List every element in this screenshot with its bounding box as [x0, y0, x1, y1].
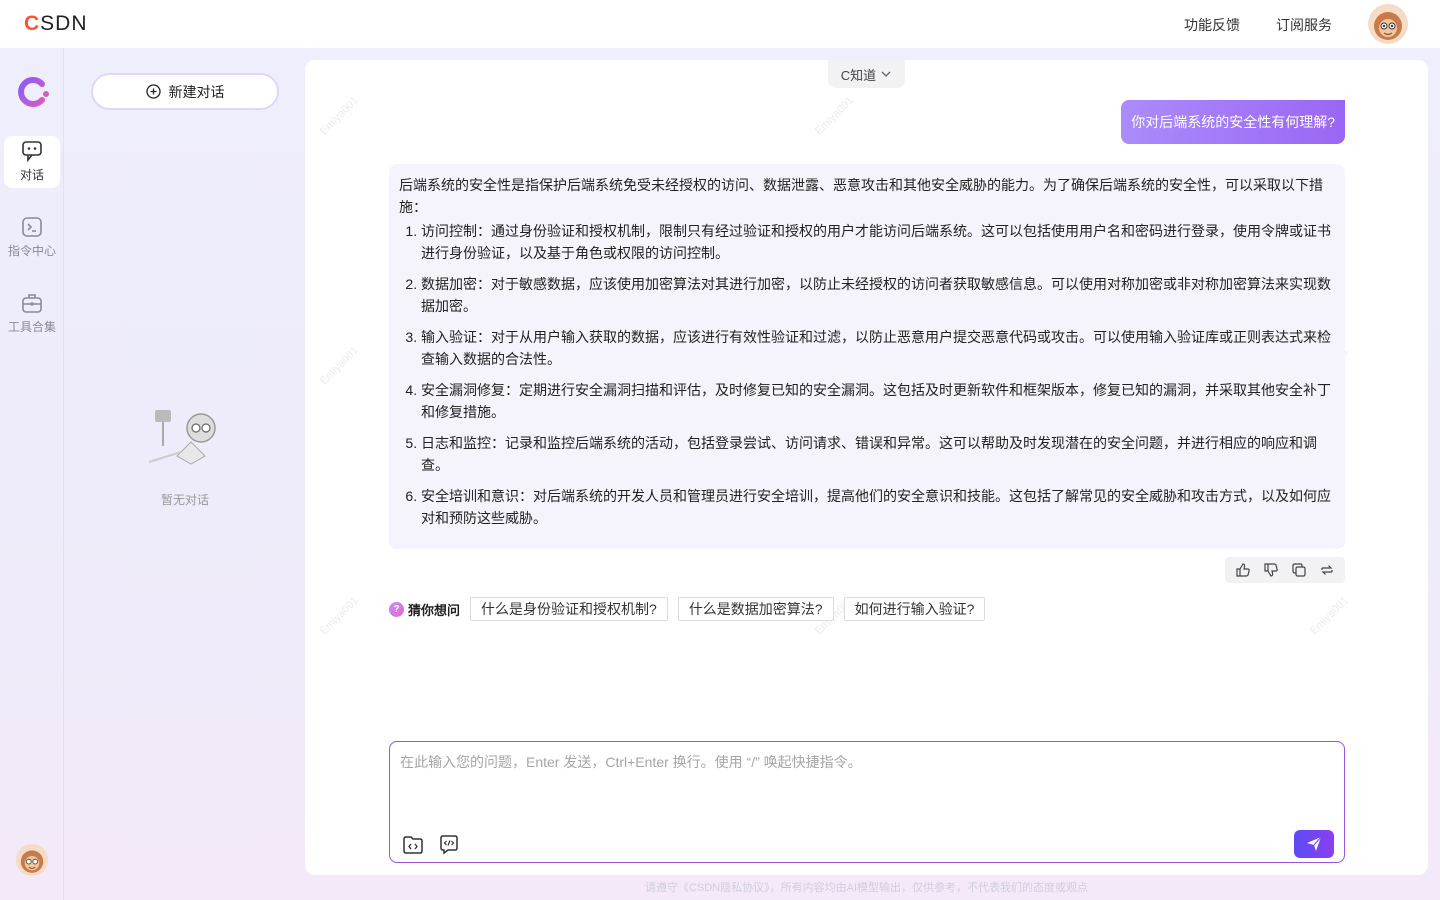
csdn-logo[interactable]: CSDN — [24, 12, 88, 36]
answer-list: 访问控制：通过身份验证和授权机制，限制只有经过验证和授权的用户才能访问后端系统。… — [399, 220, 1335, 529]
answer-item: 安全漏洞修复：定期进行安全漏洞扫描和评估，及时修复已知的安全漏洞。这包括及时更新… — [421, 379, 1335, 423]
suggestion-chip[interactable]: 如何进行输入验证? — [843, 597, 986, 621]
chat-icon — [22, 141, 42, 162]
watermark: Emiya001 — [317, 94, 362, 138]
message-input[interactable] — [400, 752, 1330, 822]
question-mark-icon: ? — [389, 601, 404, 617]
watermark: Emiya001 — [1307, 594, 1352, 638]
user-avatar[interactable] — [1368, 4, 1408, 44]
user-message: 你对后端系统的安全性有何理解? — [1121, 100, 1345, 144]
empty-history-text: 暂无对话 — [160, 493, 209, 507]
logo-c: C — [24, 12, 41, 35]
model-name: C知道 — [840, 67, 877, 83]
empty-state-illustration — [148, 410, 216, 465]
disclaimer-footer: 请遵守《CSDN隐私协议》，所有内容均由AI模型输出，仅供参考，不代表我们的态度… — [644, 882, 1089, 894]
rail-avatar[interactable] — [16, 844, 48, 876]
model-selector[interactable]: C知道 — [828, 60, 905, 88]
toolbox-icon — [22, 294, 42, 313]
new-chat-label: 新建对话 — [168, 83, 225, 100]
folder-code-icon[interactable] — [402, 834, 424, 856]
suggested-questions: ? 猜你想问 什么是身份验证和授权机制? 什么是数据加密算法? 如何进行输入验证… — [389, 597, 986, 621]
rail-item-tools[interactable]: 工具合集 — [4, 288, 60, 340]
answer-item: 访问控制：通过身份验证和授权机制，限制只有经过验证和授权的用户才能访问后端系统。… — [421, 220, 1335, 264]
rail-item-chat[interactable]: 对话 — [4, 136, 60, 188]
terminal-icon — [22, 217, 42, 237]
answer-intro: 后端系统的安全性是指保护后端系统免受未经授权的访问、数据泄露、恶意攻击和其他安全… — [399, 177, 1323, 215]
guess-label: ? 猜你想问 — [389, 600, 460, 619]
rail-label: 工具合集 — [7, 320, 56, 334]
subscribe-link[interactable]: 订阅服务 — [1276, 15, 1332, 35]
answer-item: 输入验证：对于从用户输入获取的数据，应该进行有效性验证和过滤，以防止恶意用户提交… — [421, 326, 1335, 370]
rail-label: 对话 — [19, 168, 44, 182]
assistant-answer: 后端系统的安全性是指保护后端系统免受未经授权的访问、数据泄露、恶意攻击和其他安全… — [389, 164, 1345, 549]
chat-panel: Emiya001 Emiya001 Emiya001 Emiya001 Emiy… — [305, 60, 1428, 875]
new-chat-button[interactable]: 新建对话 — [91, 73, 279, 110]
feedback-link[interactable]: 功能反馈 — [1184, 15, 1240, 35]
thumbs-down-icon[interactable] — [1263, 562, 1279, 578]
rail-label: 指令中心 — [7, 244, 56, 258]
answer-actions — [1225, 557, 1345, 583]
plus-circle-icon — [145, 84, 161, 99]
suggestion-chip[interactable]: 什么是身份验证和授权机制? — [470, 597, 668, 621]
answer-item: 安全培训和意识：对后端系统的开发人员和管理员进行安全培训，提高他们的安全意识和技… — [421, 485, 1335, 529]
logo-rest: SDN — [40, 12, 88, 35]
chevron-down-icon — [881, 71, 891, 77]
watermark: Emiya001 — [317, 594, 362, 638]
left-rail: 对话 指令中心 工具合集 — [0, 48, 64, 900]
answer-item: 日志和监控：记录和监控后端系统的活动，包括登录尝试、访问请求、错误和异常。这可以… — [421, 432, 1335, 476]
watermark: Emiya001 — [317, 344, 362, 388]
watermark: Emiya001 — [812, 94, 857, 138]
send-icon — [1307, 836, 1322, 851]
answer-item: 数据加密：对于敏感数据，应该使用加密算法对其进行加密，以防止未经授权的访问者获取… — [421, 273, 1335, 317]
code-chat-icon[interactable] — [438, 834, 460, 856]
rail-item-commands[interactable]: 指令中心 — [4, 212, 60, 264]
c-zhidao-logo-icon[interactable] — [12, 72, 52, 112]
copy-icon[interactable] — [1291, 562, 1307, 578]
suggestion-chip[interactable]: 什么是数据加密算法? — [677, 597, 834, 621]
top-bar: CSDN 功能反馈 订阅服务 — [0, 0, 1440, 48]
send-button[interactable] — [1294, 830, 1334, 858]
regenerate-icon[interactable] — [1319, 562, 1335, 578]
thumbs-up-icon[interactable] — [1235, 562, 1251, 578]
message-input-box — [389, 741, 1345, 863]
history-panel: 新建对话 暂无对话 — [65, 48, 305, 900]
guess-label-text: 猜你想问 — [408, 602, 461, 618]
